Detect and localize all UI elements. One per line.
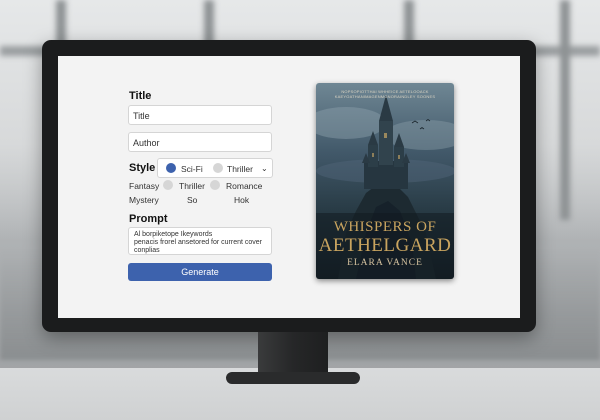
genre-romance[interactable]: Romance (226, 181, 262, 191)
monitor-screen: Title Title Author Style Sci-Fi Thriller… (58, 56, 520, 318)
cover-tagline: NOPSOPIOTTHAI WHHEICE AETELOOACK KAEYOAT… (334, 89, 436, 99)
prompt-line: Al borpiketope Ikeywords (134, 231, 213, 238)
thriller-radio[interactable] (213, 163, 223, 173)
cover-title-line2: AETHELGARD (318, 235, 452, 256)
genre-hok[interactable]: Hok (234, 195, 249, 205)
genre-mystery[interactable]: Mystery (129, 195, 159, 205)
monitor-stand-base (226, 372, 360, 384)
cover-title-line1: WHISPERS OF (333, 219, 437, 235)
prompt-line: penacis frorel ansetored for current cov… (134, 239, 263, 246)
romance-genre-radio[interactable] (210, 180, 220, 190)
genre-so[interactable]: So (187, 195, 197, 205)
prompt-label: Prompt (129, 213, 168, 225)
prompt-line: conplias (134, 247, 160, 254)
sci-fi-radio[interactable] (166, 163, 176, 173)
prompt-textarea[interactable]: Al borpiketope Ikeywords penacis frorel … (128, 227, 272, 255)
generate-button[interactable]: Generate (128, 263, 272, 281)
book-cover-preview: NOPSOPIOTTHAI WHHEICE AETELOOACK KAEYOAT… (316, 83, 454, 279)
chevron-down-icon[interactable]: ⌄ (261, 164, 268, 173)
author-input[interactable]: Author (128, 132, 272, 152)
monitor-stand (258, 332, 328, 376)
sci-fi-option-label: Sci-Fi (181, 164, 203, 174)
window-mullion (560, 0, 570, 220)
style-select[interactable]: Sci-Fi Thriller ⌄ (157, 158, 273, 178)
cover-author: ELARA VANCE (347, 258, 423, 268)
style-label: Style (129, 162, 156, 174)
genre-thriller[interactable]: Thriller (179, 181, 205, 191)
title-label: Title (129, 90, 152, 102)
author-input-value: Author (133, 138, 160, 148)
thriller-option-label: Thriller (227, 164, 253, 174)
thriller-genre-radio[interactable] (163, 180, 173, 190)
genre-fantasy[interactable]: Fantasy (129, 181, 159, 191)
title-input[interactable]: Title (128, 105, 272, 125)
title-input-value: Title (133, 111, 150, 121)
